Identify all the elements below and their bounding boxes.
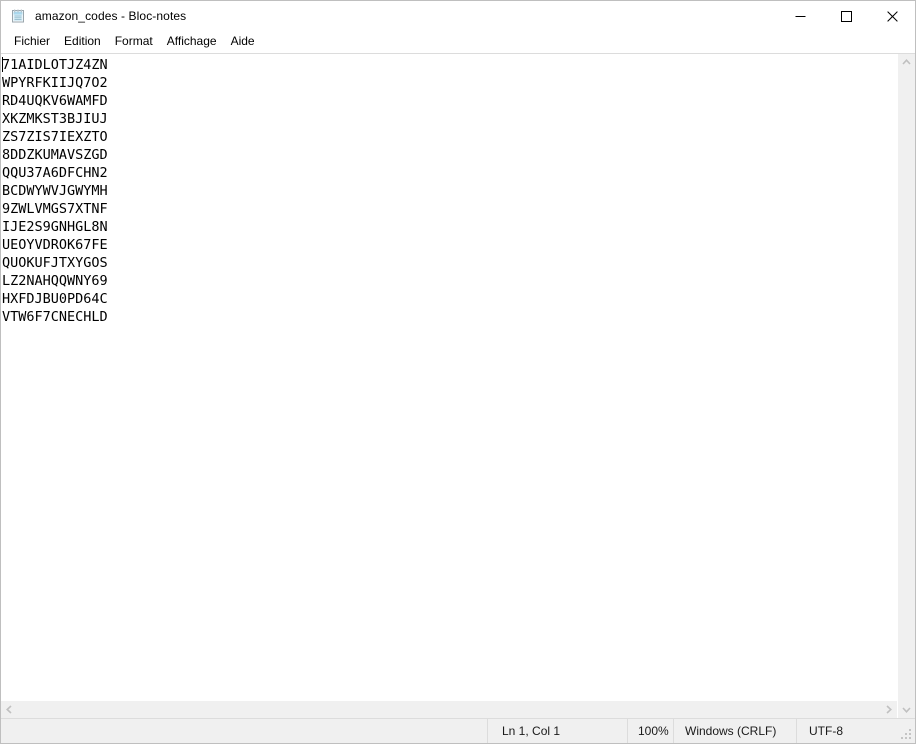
text-line: 9ZWLVMGS7XTNF: [2, 201, 108, 217]
chevron-left-icon: [6, 705, 12, 714]
text-line: LZ2NAHQQWNY69: [2, 273, 108, 289]
text-caret: [2, 57, 3, 72]
menu-item-fichier[interactable]: Fichier: [7, 32, 57, 51]
text-line: WPYRFKIIJQ7O2: [2, 75, 108, 91]
menu-item-aide[interactable]: Aide: [224, 32, 262, 51]
title-bar[interactable]: amazon_codes - Bloc-notes: [1, 1, 915, 31]
scroll-down-button[interactable]: [898, 701, 915, 718]
text-line: 8DDZKUMAVSZGD: [2, 147, 108, 163]
scroll-up-button[interactable]: [898, 54, 915, 71]
horizontal-scrollbar[interactable]: [1, 700, 897, 718]
status-bar: Ln 1, Col 1 100% Windows (CRLF) UTF-8: [1, 718, 915, 743]
menu-item-affichage[interactable]: Affichage: [160, 32, 224, 51]
status-zoom-level[interactable]: 100%: [627, 719, 673, 743]
chevron-right-icon: [886, 705, 892, 714]
close-icon: [886, 10, 898, 22]
status-cursor-position: Ln 1, Col 1: [487, 719, 627, 743]
menu-item-edition[interactable]: Edition: [57, 32, 108, 51]
maximize-button[interactable]: [823, 1, 869, 31]
vertical-scrollbar[interactable]: [897, 54, 915, 718]
resize-grip-icon[interactable]: [899, 727, 913, 741]
title-bar-left: amazon_codes - Bloc-notes: [1, 8, 777, 24]
horizontal-scroll-track[interactable]: [18, 701, 880, 718]
status-line-ending[interactable]: Windows (CRLF): [673, 719, 796, 743]
menu-bar: Fichier Edition Format Affichage Aide: [1, 31, 915, 53]
text-line: QUOKUFJTXYGOS: [2, 255, 108, 271]
scroll-left-button[interactable]: [1, 701, 18, 718]
maximize-icon: [840, 10, 852, 22]
caption-button-group: [777, 1, 915, 31]
text-editor[interactable]: 71AIDLOTJZ4ZN WPYRFKIIJQ7O2 RD4UQKV6WAMF…: [1, 54, 897, 700]
text-line: VTW6F7CNECHLD: [2, 309, 108, 325]
minimize-button[interactable]: [777, 1, 823, 31]
status-encoding[interactable]: UTF-8: [796, 719, 899, 743]
text-line: QQU37A6DFCHN2: [2, 165, 108, 181]
window-title: amazon_codes - Bloc-notes: [35, 9, 187, 23]
text-line: BCDWYWVJGWYMH: [2, 183, 108, 199]
editor-area: 71AIDLOTJZ4ZN WPYRFKIIJQ7O2 RD4UQKV6WAMF…: [1, 53, 915, 718]
text-line: RD4UQKV6WAMFD: [2, 93, 108, 109]
close-button[interactable]: [869, 1, 915, 31]
vertical-scroll-track[interactable]: [898, 71, 915, 701]
notepad-window: amazon_codes - Bloc-notes Fichier Editio…: [0, 0, 916, 744]
text-line: 71AIDLOTJZ4ZN: [2, 57, 108, 73]
text-line: XKZMKST3BJIUJ: [2, 111, 108, 127]
text-line: HXFDJBU0PD64C: [2, 291, 108, 307]
text-line: IJE2S9GNHGL8N: [2, 219, 108, 235]
notepad-icon: [10, 8, 26, 24]
chevron-down-icon: [902, 707, 911, 713]
text-column: 71AIDLOTJZ4ZN WPYRFKIIJQ7O2 RD4UQKV6WAMF…: [1, 54, 897, 718]
menu-item-format[interactable]: Format: [108, 32, 160, 51]
text-line: UEOYVDROK67FE: [2, 237, 108, 253]
scroll-right-button[interactable]: [880, 701, 897, 718]
minimize-icon: [795, 15, 805, 17]
chevron-up-icon: [902, 59, 911, 65]
text-line: ZS7ZIS7IEXZTO: [2, 129, 108, 145]
